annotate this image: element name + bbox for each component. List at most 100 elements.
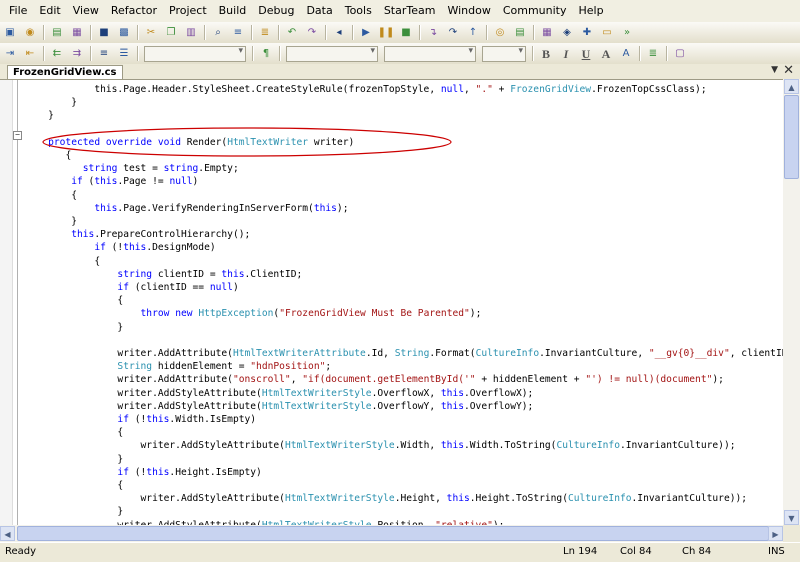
close-icon[interactable]: ✕ bbox=[783, 63, 794, 78]
code-line[interactable]: this.Page.VerifyRenderingInServerForm(th… bbox=[25, 202, 348, 216]
start-debugging-icon[interactable]: ▶ bbox=[358, 25, 374, 41]
menu-data[interactable]: Data bbox=[300, 0, 338, 22]
code-line[interactable]: } bbox=[25, 96, 77, 110]
code-line[interactable]: { bbox=[25, 426, 123, 440]
bold-button[interactable]: B bbox=[538, 46, 554, 62]
menu-build[interactable]: Build bbox=[213, 0, 253, 22]
code-editor[interactable]: − this.Page.Header.StyleSheet.CreateStyl… bbox=[0, 79, 800, 526]
indent-icon[interactable]: ⇥ bbox=[2, 46, 18, 62]
menu-community[interactable]: Community bbox=[497, 0, 573, 22]
add-icon[interactable]: ▦ bbox=[69, 25, 85, 41]
step-out-icon[interactable]: ↑ bbox=[465, 25, 481, 41]
vertical-scrollbar[interactable]: ▲ ▼ bbox=[783, 79, 800, 525]
code-line[interactable]: if (clientID == null) bbox=[25, 281, 238, 295]
align-center-icon[interactable]: ☰ bbox=[116, 46, 132, 62]
code-line[interactable]: string clientID = this.ClientID; bbox=[25, 268, 302, 282]
uncomment-icon[interactable]: ≣ bbox=[257, 25, 273, 41]
font-name-dropdown[interactable] bbox=[286, 45, 378, 62]
code-line[interactable]: String hiddenElement = "hdnPosition"; bbox=[25, 360, 331, 374]
menu-help[interactable]: Help bbox=[573, 0, 610, 22]
save-all-icon[interactable]: ▩ bbox=[116, 25, 132, 41]
code-line[interactable]: if (!this.DesignMode) bbox=[25, 241, 215, 255]
code-line[interactable]: if (!this.Width.IsEmpty) bbox=[25, 413, 256, 427]
redo-icon[interactable]: ↷ bbox=[304, 25, 320, 41]
outdent-icon[interactable]: ⇤ bbox=[22, 46, 38, 62]
toolbox-icon[interactable]: ✚ bbox=[579, 25, 595, 41]
scroll-up-icon[interactable]: ▲ bbox=[784, 79, 799, 94]
underline-button[interactable]: U bbox=[578, 46, 594, 62]
code-line[interactable]: throw new HttpException("FrozenGridView … bbox=[25, 307, 482, 321]
font-color-button[interactable]: A bbox=[598, 46, 614, 62]
italic-button[interactable]: I bbox=[558, 46, 574, 62]
code-line[interactable]: { bbox=[25, 479, 123, 493]
tab-frozengridview-cs[interactable]: FrozenGridView.cs bbox=[7, 65, 123, 80]
code-line[interactable]: writer.AddAttribute("onscroll", "if(docu… bbox=[25, 373, 724, 387]
code-line[interactable]: writer.AddStyleAttribute(HtmlTextWriterS… bbox=[25, 492, 748, 506]
horizontal-scroll-thumb[interactable] bbox=[17, 526, 769, 541]
comment-icon[interactable]: ≡ bbox=[230, 25, 246, 41]
code-line[interactable]: writer.AddStyleAttribute(HtmlTextWriterS… bbox=[25, 400, 533, 414]
code-line[interactable]: writer.AddStyleAttribute(HtmlTextWriterS… bbox=[25, 439, 736, 453]
menu-tools[interactable]: Tools bbox=[339, 0, 378, 22]
code-line[interactable]: { bbox=[25, 255, 100, 269]
cut-icon[interactable]: ✂ bbox=[143, 25, 159, 41]
font-style-dropdown[interactable] bbox=[482, 45, 526, 62]
code-line[interactable]: protected override void Render(HtmlTextW… bbox=[25, 136, 354, 150]
step-into-icon[interactable]: ↴ bbox=[425, 25, 441, 41]
object-browser-icon[interactable]: ◈ bbox=[559, 25, 575, 41]
save-icon[interactable]: ■ bbox=[96, 25, 112, 41]
code-line[interactable]: { bbox=[25, 294, 123, 308]
decrease-indent-icon[interactable]: ⇇ bbox=[49, 46, 65, 62]
find-icon[interactable]: ⌕ bbox=[210, 25, 226, 41]
code-line[interactable]: } bbox=[25, 109, 54, 123]
step-over-icon[interactable]: ↷ bbox=[445, 25, 461, 41]
scroll-down-icon[interactable]: ▼ bbox=[784, 510, 799, 525]
collapse-icon[interactable]: − bbox=[13, 131, 22, 140]
code-line[interactable]: } bbox=[25, 321, 123, 335]
block-format-dropdown[interactable] bbox=[144, 45, 246, 62]
menu-window[interactable]: Window bbox=[441, 0, 496, 22]
copy-icon[interactable]: ❐ bbox=[163, 25, 179, 41]
style-icon[interactable]: ¶ bbox=[258, 46, 274, 62]
code-line[interactable]: { bbox=[25, 189, 77, 203]
menu-debug[interactable]: Debug bbox=[252, 0, 300, 22]
code-line[interactable]: writer.AddStyleAttribute(HtmlTextWriterS… bbox=[25, 387, 533, 401]
undo-icon[interactable]: ↶ bbox=[284, 25, 300, 41]
code-line[interactable]: this.PrepareControlHierarchy(); bbox=[25, 228, 250, 242]
code-line[interactable]: } bbox=[25, 453, 123, 467]
horizontal-scrollbar[interactable]: ◀ ▶ bbox=[0, 525, 783, 542]
menu-edit[interactable]: Edit bbox=[33, 0, 66, 22]
scroll-right-icon[interactable]: ▶ bbox=[768, 526, 783, 541]
watch-icon[interactable]: ◎ bbox=[492, 25, 508, 41]
code-line[interactable]: this.Page.Header.StyleSheet.CreateStyleR… bbox=[25, 83, 706, 97]
code-line[interactable]: string test = string.Empty; bbox=[25, 162, 239, 176]
code-line[interactable]: writer.AddAttribute(HtmlTextWriterAttrib… bbox=[25, 347, 800, 361]
stop-icon[interactable]: ■ bbox=[398, 25, 414, 41]
code-line[interactable]: if (this.Page != null) bbox=[25, 175, 198, 189]
code-area[interactable]: this.Page.Header.StyleSheet.CreateStyleR… bbox=[25, 80, 800, 526]
code-line[interactable]: { bbox=[25, 149, 71, 163]
font-size-dropdown[interactable] bbox=[384, 45, 476, 62]
font-color-icon[interactable]: A bbox=[618, 46, 634, 62]
menu-refactor[interactable]: Refactor bbox=[105, 0, 163, 22]
paste-icon[interactable]: ▥ bbox=[183, 25, 199, 41]
navigate-back-icon[interactable]: ◂ bbox=[331, 25, 347, 41]
menu-project[interactable]: Project bbox=[163, 0, 213, 22]
scroll-left-icon[interactable]: ◀ bbox=[0, 526, 15, 541]
justify-icon[interactable]: ≣ bbox=[645, 46, 661, 62]
vertical-scroll-thumb[interactable] bbox=[784, 95, 799, 179]
new-project-icon[interactable]: ▣ bbox=[2, 25, 18, 41]
add-item-icon[interactable]: ◉ bbox=[22, 25, 38, 41]
start-page-icon[interactable]: ▭ bbox=[599, 25, 615, 41]
more-icon[interactable]: » bbox=[619, 25, 635, 41]
code-line[interactable]: if (!this.Height.IsEmpty) bbox=[25, 466, 261, 480]
tab-list-icon[interactable]: ▼ bbox=[771, 65, 778, 75]
align-left-icon[interactable]: ≡ bbox=[96, 46, 112, 62]
menu-file[interactable]: File bbox=[3, 0, 33, 22]
code-line[interactable]: } bbox=[25, 215, 77, 229]
solution-explorer-icon[interactable]: ▤ bbox=[512, 25, 528, 41]
break-icon[interactable]: ❚❚ bbox=[378, 25, 395, 41]
open-file-icon[interactable]: ▤ bbox=[49, 25, 65, 41]
borders-icon[interactable]: ▢ bbox=[672, 46, 688, 62]
code-line[interactable]: } bbox=[25, 505, 123, 519]
